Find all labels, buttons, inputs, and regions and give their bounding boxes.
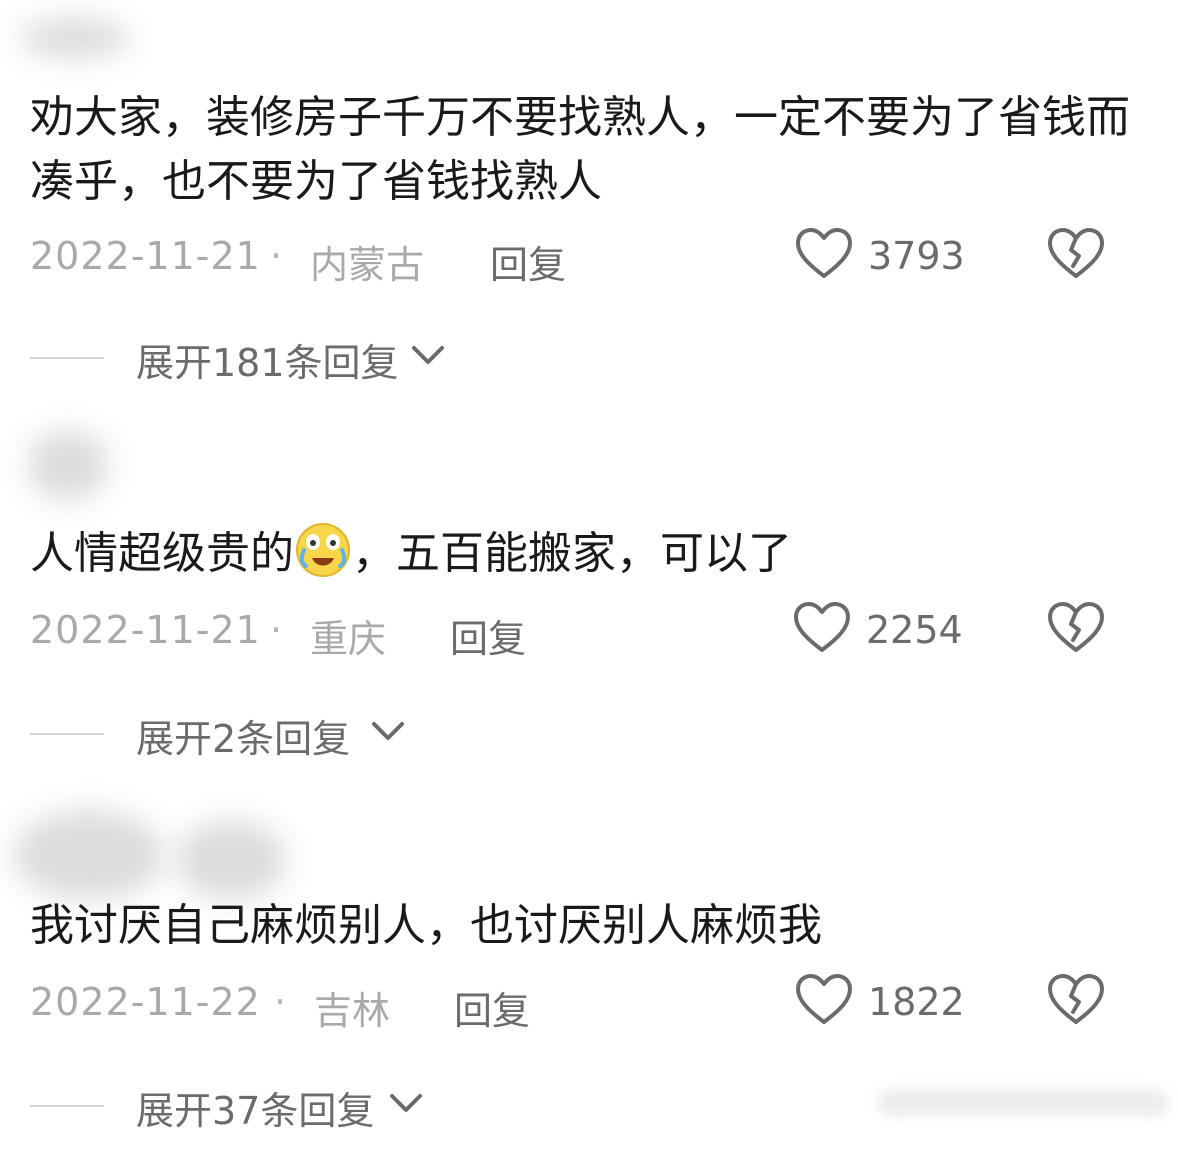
- comment-location: 吉林: [314, 989, 391, 1033]
- reply-button[interactable]: 回复: [450, 608, 526, 663]
- divider: [30, 1105, 104, 1107]
- broken-heart-icon[interactable]: [1046, 600, 1106, 656]
- broken-heart-icon[interactable]: [1046, 972, 1106, 1028]
- expand-replies-label: 展开2条回复: [136, 717, 351, 761]
- reply-button[interactable]: 回复: [490, 234, 566, 289]
- username-blur: [176, 820, 286, 900]
- meta-separator: ·: [274, 980, 287, 1024]
- broken-heart-icon[interactable]: [1046, 226, 1106, 282]
- comment-text: 我讨厌自己麻烦别人，也讨厌别人麻烦我: [30, 900, 822, 951]
- like-count: 3793: [868, 234, 965, 278]
- meta-separator: ·: [270, 234, 283, 278]
- comment-location: 重庆: [310, 617, 387, 661]
- comment-meta: 2022-11-21 · 内蒙古 回复 3793: [30, 226, 1150, 289]
- chevron-down-icon: [412, 346, 444, 364]
- comment-date: 2022-11-22: [30, 980, 261, 1024]
- comment-text-part: 人情超级贵的: [30, 528, 294, 579]
- chevron-down-icon: [372, 722, 404, 740]
- meta-separator: ·: [270, 608, 283, 652]
- comment-meta: 2022-11-22 · 吉林 回复 1822: [30, 972, 1150, 1035]
- heart-outline-icon[interactable]: [794, 226, 854, 282]
- comment-date: 2022-11-21: [30, 608, 261, 652]
- expand-replies[interactable]: 展开2条回复: [30, 708, 630, 761]
- comment-text-part: ，五百能搬家，可以了: [352, 528, 792, 579]
- avatar[interactable]: [20, 18, 130, 58]
- expand-replies-label: 展开37条回复: [136, 1089, 375, 1133]
- like-count: 1822: [868, 980, 965, 1024]
- laughing-crying-face-icon: [296, 523, 350, 577]
- reply-button[interactable]: 回复: [454, 980, 530, 1035]
- watermark: [878, 1090, 1168, 1116]
- like-count: 2254: [866, 608, 963, 652]
- heart-outline-icon[interactable]: [794, 972, 854, 1028]
- chevron-down-icon: [390, 1094, 422, 1112]
- heart-outline-icon[interactable]: [792, 600, 852, 656]
- expand-replies[interactable]: 展开181条回复: [30, 332, 630, 385]
- divider: [30, 357, 104, 359]
- avatar[interactable]: [14, 810, 164, 900]
- expand-replies[interactable]: 展开37条回复: [30, 1080, 630, 1133]
- comment-text: 人情超级贵的 ，五百能搬家，可以了: [30, 520, 1140, 586]
- divider: [30, 733, 104, 735]
- comment-text: 劝大家，装修房子千万不要找熟人，一定不要为了省钱而凑乎，也不要为了省钱找熟人: [30, 92, 1130, 207]
- comment-location: 内蒙古: [310, 243, 425, 287]
- avatar[interactable]: [28, 430, 108, 500]
- expand-replies-label: 展开181条回复: [136, 341, 399, 385]
- comment-item: 劝大家，装修房子千万不要找熟人，一定不要为了省钱而凑乎，也不要为了省钱找熟人 2…: [0, 0, 1178, 385]
- comment-meta: 2022-11-21 · 重庆 回复 2254: [30, 600, 1150, 663]
- comment-item: 人情超级贵的 ，五百能搬家，可以了 2022-11-21 · 重庆 回复 225…: [0, 400, 1178, 775]
- comment-date: 2022-11-21: [30, 234, 261, 278]
